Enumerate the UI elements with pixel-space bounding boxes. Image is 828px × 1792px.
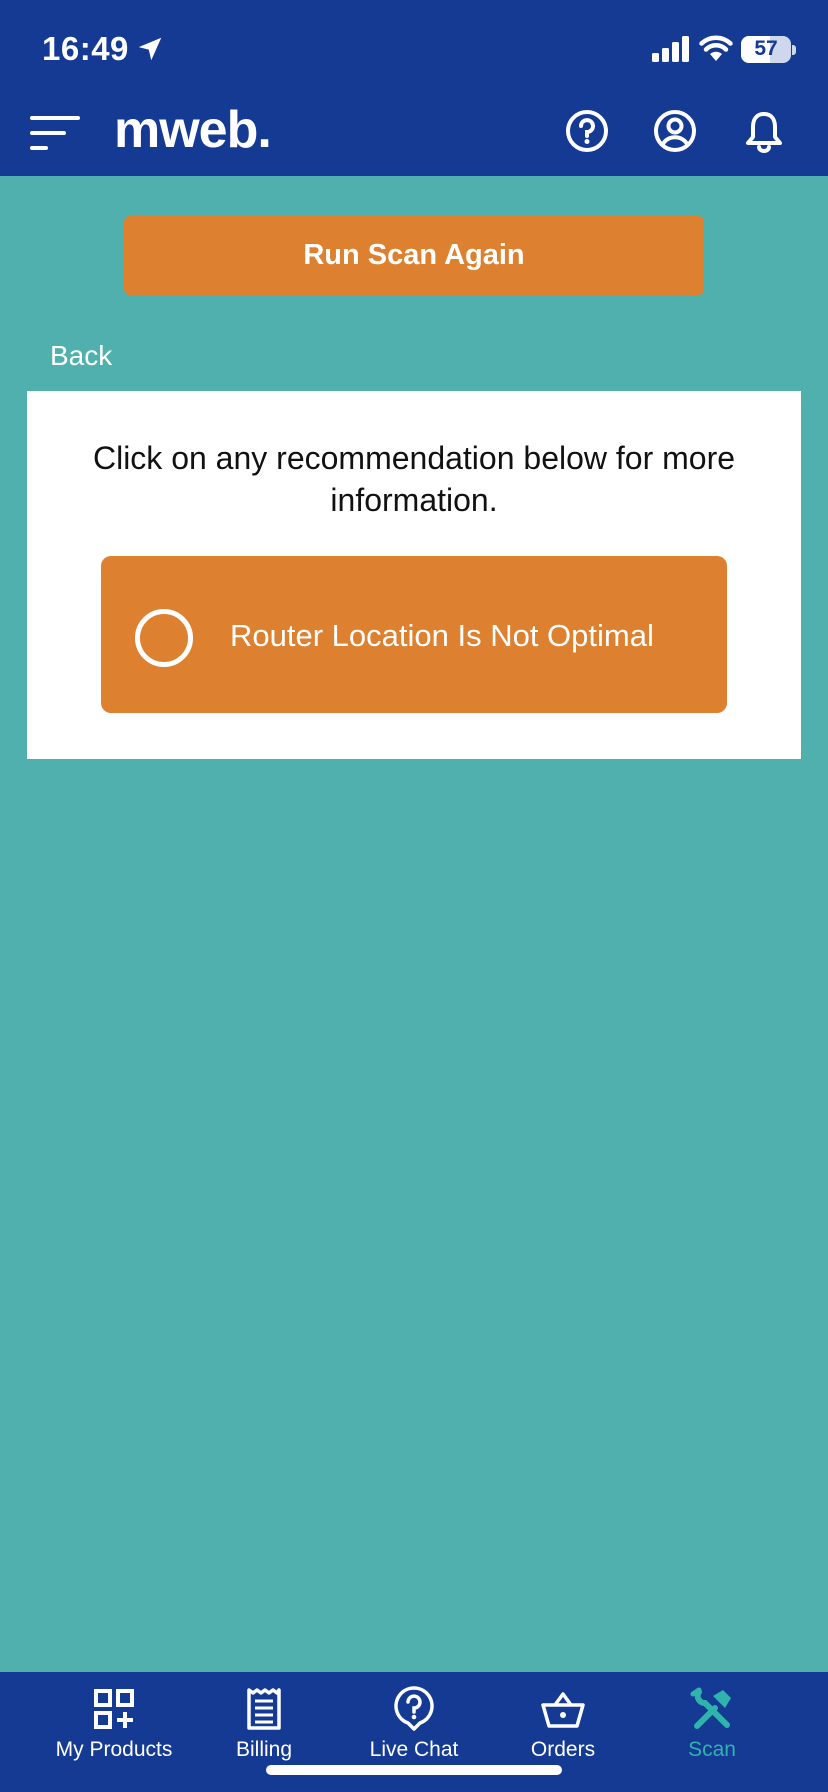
bell-icon[interactable] [741,108,787,154]
tab-label: Scan [688,1738,736,1761]
wifi-icon [699,35,733,61]
chat-question-icon [394,1686,434,1731]
status-bar: 16:49 57 [0,0,828,100]
top-bar: 16:49 57 mweb. [0,0,828,176]
basket-icon [541,1692,585,1728]
battery-indicator: 57 [741,36,791,63]
battery-tip [792,45,796,55]
radio-circle-icon [135,609,193,667]
receipt-icon [247,1688,281,1730]
recommendation-item[interactable]: Router Location Is Not Optimal [101,556,727,713]
recommendations-card: Click on any recommendation below for mo… [27,391,801,759]
user-circle-icon[interactable] [652,108,698,154]
hamburger-menu-icon[interactable] [30,116,82,152]
recommendation-label: Router Location Is Not Optimal [230,618,654,653]
home-indicator[interactable] [266,1765,562,1775]
tools-icon [690,1687,731,1729]
grid-plus-icon [94,1689,134,1729]
tab-label: Live Chat [369,1738,459,1761]
location-arrow-icon [138,37,162,61]
tab-my-products[interactable]: My Products [39,1672,189,1792]
mweb-logo[interactable]: mweb. [114,100,272,160]
status-time: 16:49 [42,30,129,67]
tab-label: Orders [530,1738,596,1761]
recommendations-instruction: Click on any recommendation below for mo… [92,440,736,518]
run-scan-again-button[interactable]: Run Scan Again [124,216,704,295]
help-circle-icon[interactable] [564,108,610,154]
tab-label: Billing [235,1738,293,1761]
back-link[interactable]: Back [50,340,112,372]
tab-label: My Products [55,1738,173,1761]
cellular-signal-icon [652,36,689,62]
app-header: mweb. [0,100,828,176]
battery-level: 57 [754,37,778,60]
tab-scan[interactable]: Scan [637,1672,787,1792]
